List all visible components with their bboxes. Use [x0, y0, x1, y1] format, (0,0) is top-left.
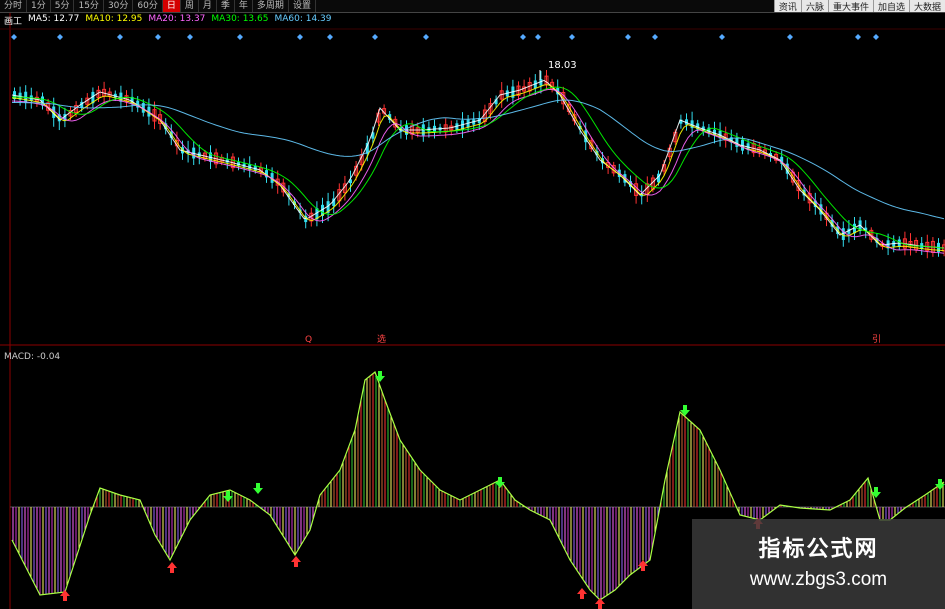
signal-diamonds: [11, 34, 879, 80]
sell-arrow: [253, 483, 263, 494]
signal-diamond: [787, 34, 793, 40]
timeframe-tab-0[interactable]: 分时: [0, 0, 28, 12]
signal-diamond: [423, 34, 429, 40]
candlestick-series: [13, 69, 945, 259]
timeframe-tab-9[interactable]: 季: [217, 0, 235, 12]
right-menu-item-3[interactable]: 加自选: [872, 0, 909, 13]
ma-line-3: [12, 86, 945, 249]
timeframe-tab-2[interactable]: 5分: [51, 0, 75, 12]
signal-diamond: [652, 34, 658, 40]
timeframe-tab-12[interactable]: 设置: [289, 0, 316, 12]
timeframe-tab-5[interactable]: 60分: [133, 0, 163, 12]
timeframe-tab-4[interactable]: 30分: [104, 0, 134, 12]
macd-label: MACD: -0.04: [4, 352, 61, 362]
signal-diamond: [237, 34, 243, 40]
signal-diamond: [327, 34, 333, 40]
buy-arrow: [291, 556, 301, 567]
ma-line-1: [11, 84, 945, 252]
moving-average-lines: [11, 79, 945, 254]
event-marker-yin[interactable]: 引: [872, 334, 881, 345]
signal-diamond: [372, 34, 378, 40]
right-menu-item-4[interactable]: 大数据: [908, 0, 945, 13]
signal-diamond: [873, 34, 879, 40]
signal-diamond: [11, 34, 17, 40]
sell-arrow: [871, 487, 881, 498]
ma-legend-item-3: MA20: 13.37: [148, 14, 206, 24]
signal-diamond: [719, 34, 725, 40]
ma-legend-item-5: MA60: 14.39: [274, 14, 332, 24]
signal-diamond: [155, 34, 161, 40]
signal-diamond: [855, 34, 861, 40]
ma-legend-item-1: MA5: 12.77: [28, 14, 80, 24]
right-menu: 资讯 六脉 重大事件 加自选 大数据: [773, 0, 945, 13]
ma-legend: 画工 MA5: 12.77 MA10: 12.95 MA20: 13.37 MA30: …: [4, 14, 332, 27]
watermark-url: www.zbgs3.com: [749, 569, 888, 590]
timeframe-tab-7[interactable]: 周: [181, 0, 199, 12]
timeframe-tab-11[interactable]: 多周期: [253, 0, 289, 12]
signal-diamond: [535, 34, 541, 40]
timeframe-tab-1[interactable]: 1分: [27, 0, 51, 12]
event-marker-q[interactable]: Q: [305, 335, 312, 345]
right-menu-item-2[interactable]: 重大事件: [827, 0, 873, 13]
event-marker-select[interactable]: 选: [377, 333, 386, 345]
ma-legend-item-4: MA30: 13.65: [211, 14, 269, 24]
price-high-label: 18.03: [548, 60, 577, 71]
timeframe-tab-8[interactable]: 月: [199, 0, 217, 12]
signal-diamond: [117, 34, 123, 40]
watermark: 指标公式网 www.zbgs3.com: [692, 519, 945, 609]
buy-arrow: [167, 562, 177, 573]
timeframe-tab-10[interactable]: 年: [235, 0, 253, 12]
right-menu-item-1[interactable]: 六脉: [800, 0, 828, 13]
timeframe-tab-3[interactable]: 15分: [74, 0, 104, 12]
signal-diamond: [187, 34, 193, 40]
ma-legend-item-2: MA10: 12.95: [85, 14, 143, 24]
buy-arrow: [595, 598, 605, 609]
signal-diamond: [625, 34, 631, 40]
signal-diamond: [520, 34, 526, 40]
stock-chart[interactable]: 18.03 Q 选 引: [0, 0, 945, 609]
watermark-title: 指标公式网: [758, 537, 879, 562]
signal-diamond: [569, 34, 575, 40]
right-menu-item-0[interactable]: 资讯: [773, 0, 801, 13]
ma-legend-item-0: 画工: [4, 17, 23, 27]
ma-line-4: [12, 99, 945, 220]
signal-diamond: [297, 34, 303, 40]
timeframe-tab-6[interactable]: 日: [162, 0, 181, 12]
buy-arrow: [577, 588, 587, 599]
signal-diamond: [57, 34, 63, 40]
